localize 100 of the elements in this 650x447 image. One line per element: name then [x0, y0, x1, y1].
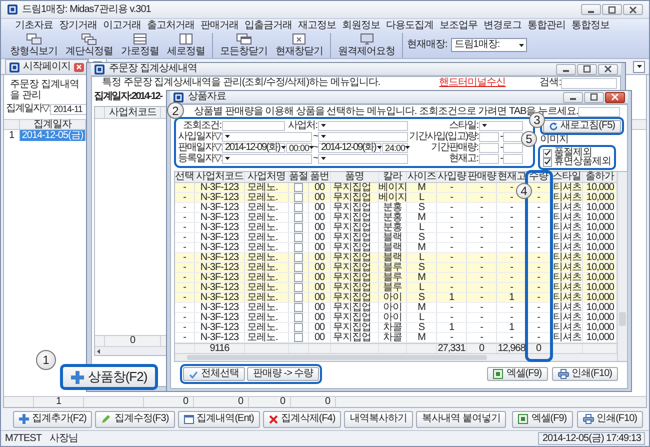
- button[interactable]: 엑셀(F9): [487, 367, 548, 381]
- checkbox[interactable]: [543, 148, 552, 158]
- input-field[interactable]: [578, 106, 620, 116]
- maximize-button[interactable]: [584, 92, 604, 102]
- checkbox[interactable]: [294, 323, 303, 332]
- date-heading: 집계일자:2014-12-: [94, 91, 162, 102]
- dropdown[interactable]: [222, 132, 312, 142]
- minimize-button[interactable]: [563, 92, 583, 102]
- menu-item[interactable]: 기초자료: [15, 20, 53, 31]
- refresh-button[interactable]: 새로고침(F5): [542, 120, 621, 132]
- checkbox[interactable]: [294, 233, 303, 242]
- toolbar-button[interactable]: 창형식보기: [7, 32, 60, 58]
- column-header: 품명: [331, 172, 379, 182]
- maximize-icon: [590, 93, 598, 101]
- menu-item[interactable]: 보조업무: [440, 20, 478, 31]
- checkbox[interactable]: [294, 223, 303, 232]
- checkbox[interactable]: [294, 333, 303, 342]
- store-dropdown[interactable]: 드림1매장:: [451, 38, 528, 52]
- checkbox[interactable]: [294, 273, 303, 282]
- product-button[interactable]: 상품창(F2): [60, 364, 158, 390]
- input-field[interactable]: [503, 154, 523, 164]
- checkbox[interactable]: [294, 243, 303, 252]
- table-cell: -: [467, 323, 497, 332]
- menu-item[interactable]: 입출금거래: [244, 20, 292, 31]
- close-button[interactable]: [623, 4, 643, 15]
- button[interactable]: 엑셀(F9): [512, 410, 573, 428]
- close-button[interactable]: [605, 92, 625, 102]
- checkbox[interactable]: [294, 203, 303, 212]
- table-cell: M: [407, 303, 437, 312]
- checkbox[interactable]: [294, 253, 303, 262]
- checkbox[interactable]: [294, 263, 303, 272]
- checkbox[interactable]: [294, 293, 303, 302]
- maximize-button[interactable]: [577, 64, 597, 74]
- button[interactable]: 집계수정(F3): [95, 410, 175, 428]
- toolbar-button[interactable]: 모든창닫기: [217, 32, 270, 58]
- menu-item[interactable]: 다용도집계: [386, 20, 434, 31]
- toolbar-button[interactable]: 가로정렬: [118, 32, 162, 58]
- input-field[interactable]: [479, 142, 499, 152]
- checkbox[interactable]: [294, 313, 303, 322]
- toolbar-button[interactable]: 세로정렬: [164, 32, 208, 58]
- dropdown[interactable]: [318, 120, 408, 130]
- button[interactable]: 복사내역 붙여넣기: [416, 410, 506, 428]
- menu-item[interactable]: 장기거래: [59, 20, 97, 31]
- date-field[interactable]: 2014-11: [50, 104, 88, 114]
- checkbox[interactable]: [294, 283, 303, 292]
- tab[interactable]: 시작페이지: [5, 59, 88, 74]
- checkbox[interactable]: [294, 213, 303, 222]
- maximize-button[interactable]: [602, 4, 622, 15]
- column-header: 품번: [309, 172, 331, 182]
- toolbar-button[interactable]: 원격제어요청: [335, 32, 398, 58]
- toolbar-button[interactable]: 계단식정렬: [62, 32, 116, 58]
- table-cell: N-3F-123: [195, 223, 245, 232]
- button[interactable]: 전체선택: [183, 367, 245, 381]
- menu-item[interactable]: 통합관리: [528, 20, 566, 31]
- minimize-button[interactable]: [556, 64, 576, 74]
- input-field[interactable]: [479, 154, 499, 164]
- time-dropdown[interactable]: 24:00: [382, 142, 408, 152]
- minimize-button[interactable]: [581, 4, 601, 15]
- left-arrow-icon[interactable]: [95, 348, 103, 354]
- menu-item[interactable]: 회원정보: [342, 20, 380, 31]
- time-dropdown[interactable]: 00:00: [286, 142, 312, 152]
- close-icon[interactable]: [74, 62, 84, 72]
- table-cell: 1: [497, 323, 527, 332]
- checkbox[interactable]: [294, 193, 303, 202]
- date-dropdown[interactable]: 2014-12-09(화): [222, 142, 285, 152]
- button[interactable]: 인쇄(F10): [552, 367, 618, 381]
- link[interactable]: 핸드터미널수신: [439, 77, 506, 89]
- input-field[interactable]: [222, 120, 285, 130]
- input-field[interactable]: [503, 132, 523, 142]
- checkbox[interactable]: [294, 183, 303, 192]
- search-field[interactable]: [561, 78, 617, 88]
- button[interactable]: 집계추가(F2): [13, 410, 92, 428]
- toolbar-button[interactable]: 현재창닫기: [272, 32, 326, 58]
- button[interactable]: 인쇄(F10): [576, 410, 643, 428]
- close-button[interactable]: [598, 64, 618, 74]
- menu-item[interactable]: 판매거래: [200, 20, 238, 31]
- dropdown-button[interactable]: [633, 60, 645, 72]
- table-cell: 티셔츠: [551, 243, 583, 252]
- date-dropdown[interactable]: 2014-12-09(화): [318, 142, 381, 152]
- dropdown[interactable]: [318, 132, 408, 142]
- menu-item[interactable]: 이고거래: [103, 20, 141, 31]
- menu-item[interactable]: 출고처거래: [147, 20, 194, 31]
- menu-item[interactable]: 재고정보: [298, 20, 336, 31]
- table-cell: 분홍: [379, 213, 407, 222]
- button[interactable]: 판매량 -> 수량: [247, 367, 320, 381]
- dropdown[interactable]: [318, 154, 408, 164]
- button[interactable]: 집계삭제(F4): [262, 410, 342, 428]
- table-cell[interactable]: 2014-12-05(금): [20, 130, 86, 141]
- dropdown[interactable]: [222, 154, 312, 164]
- button[interactable]: 내역복사하기: [344, 410, 414, 428]
- button[interactable]: 집계내역(Ent): [178, 410, 260, 428]
- menu-item[interactable]: 통합정보: [572, 20, 610, 31]
- footer-cell: 0: [144, 397, 194, 407]
- table-cell: M: [407, 333, 437, 342]
- table-cell: -: [437, 183, 467, 192]
- input-field[interactable]: [479, 132, 499, 142]
- input-field[interactable]: [503, 142, 523, 152]
- column-header: 선택: [175, 172, 195, 182]
- menu-item[interactable]: 변경로그: [484, 20, 522, 31]
- checkbox[interactable]: [294, 303, 303, 312]
